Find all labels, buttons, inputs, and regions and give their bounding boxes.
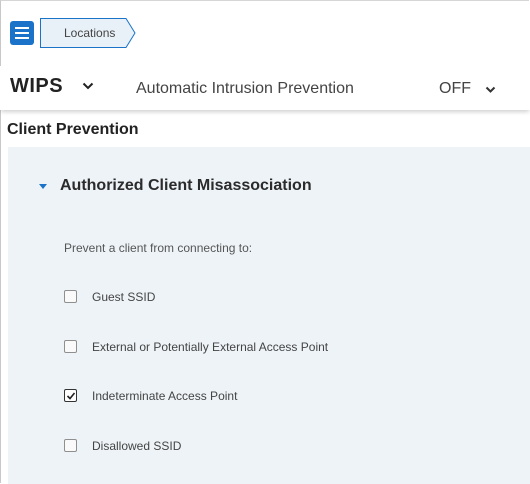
option-label: Disallowed SSID — [92, 439, 182, 453]
panel-title[interactable]: Authorized Client Misassociation — [60, 177, 312, 195]
hamburger-icon — [15, 27, 29, 29]
option-label: External or Potentially External Access … — [92, 340, 329, 354]
checkbox[interactable] — [64, 439, 77, 452]
chevron-down-icon[interactable] — [82, 82, 94, 90]
hamburger-icon-line — [15, 32, 29, 34]
checkmark-icon — [66, 392, 76, 400]
prompt-text: Prevent a client from connecting to: — [64, 241, 253, 255]
breadcrumb-locations-label: Locations — [64, 26, 116, 40]
hamburger-icon-line — [15, 37, 29, 39]
setting-label: Automatic Intrusion Prevention — [136, 80, 354, 97]
module-title[interactable]: WIPS — [10, 75, 63, 98]
prevention-panel — [8, 147, 530, 484]
section-title: Client Prevention — [7, 121, 139, 138]
option-label: Guest SSID — [92, 290, 156, 304]
hamburger-menu-button[interactable] — [10, 21, 34, 45]
checkbox[interactable] — [64, 340, 77, 353]
option-label: Indeterminate Access Point — [92, 389, 238, 403]
checkbox-checked[interactable] — [64, 389, 77, 402]
checkbox[interactable] — [64, 290, 77, 303]
page-header: WIPS Automatic Intrusion Prevention OFF — [0, 66, 530, 110]
caret-down-icon[interactable] — [39, 184, 47, 190]
chevron-down-icon[interactable] — [485, 86, 496, 94]
setting-value-dropdown[interactable]: OFF — [439, 80, 471, 98]
